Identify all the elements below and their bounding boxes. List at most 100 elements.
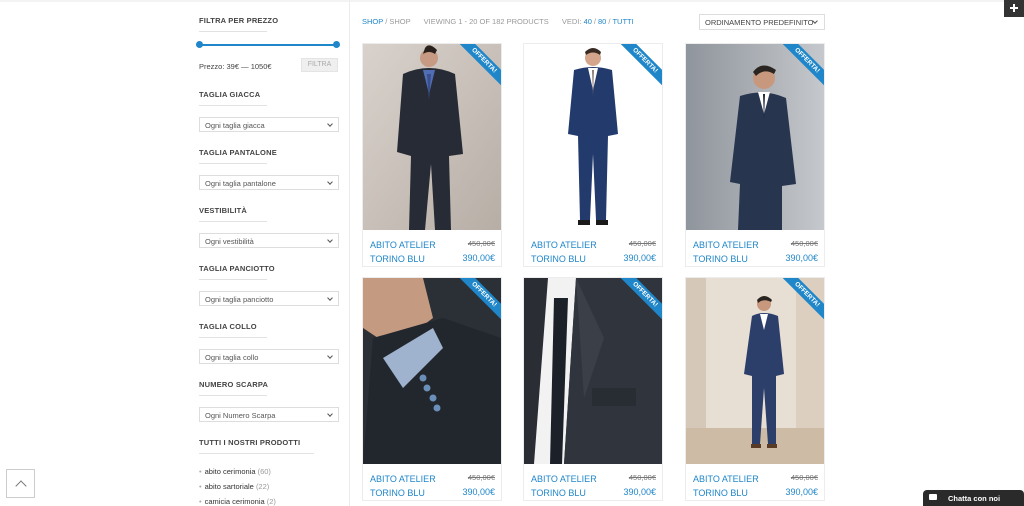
select-value: Ogni Numero Scarpa: [205, 411, 276, 420]
show-separator: /: [608, 17, 611, 26]
filter-button[interactable]: FILTRA: [301, 58, 338, 72]
category-count: (60): [257, 467, 271, 476]
product-card[interactable]: OFFERTA! ABITO ATELIER TORINO BLU 450,00…: [362, 277, 502, 501]
category-count: (2): [266, 497, 276, 506]
taglia-collo-select[interactable]: Ogni taglia collo: [199, 349, 339, 364]
product-name[interactable]: ABITO ATELIER TORINO BLU: [370, 238, 450, 266]
plus-button[interactable]: [1004, 0, 1024, 17]
section-rule: [199, 163, 267, 164]
section-rule: [199, 337, 267, 338]
breadcrumb-current: SHOP: [389, 17, 411, 26]
chevron-up-icon: [15, 480, 27, 492]
old-price: 450,00€: [628, 473, 656, 482]
old-price: 450,00€: [467, 239, 495, 248]
show-label: VEDI:: [561, 17, 582, 26]
chevron-down-icon: [327, 411, 333, 417]
old-price: 450,00€: [628, 239, 656, 248]
breadcrumb-separator: /: [385, 17, 388, 26]
product-image[interactable]: [524, 278, 662, 464]
section-rule: [199, 31, 267, 32]
bullet-icon: •: [199, 467, 202, 476]
section-rule: [199, 279, 267, 280]
sort-value: ORDINAMENTO PREDEFINITO: [705, 18, 814, 27]
chat-button[interactable]: Chatta con noi: [923, 490, 1024, 506]
section-rule: [199, 221, 267, 222]
product-price: 390,00€: [785, 487, 818, 497]
categories-title: TUTTI I NOSTRI PRODOTTI: [199, 438, 301, 447]
sidebar-divider: [349, 0, 350, 506]
filter-title-taglia-pantalone: TAGLIA PANTALONE: [199, 148, 277, 157]
product-card[interactable]: OFFERTA! ABITO ATELIER TORINO BLU 450,00…: [523, 43, 663, 267]
top-border: [0, 0, 1024, 2]
chevron-down-icon: [327, 121, 333, 127]
product-name[interactable]: ABITO ATELIER TORINO BLU: [370, 472, 450, 500]
numero-scarpa-select[interactable]: Ogni Numero Scarpa: [199, 407, 339, 422]
old-price: 450,00€: [790, 239, 818, 248]
product-price: 390,00€: [623, 253, 656, 263]
category-label: camicia cerimonia: [204, 497, 265, 506]
chevron-down-icon: [327, 179, 333, 185]
chevron-down-icon: [327, 295, 333, 301]
taglia-giacca-select[interactable]: Ogni taglia giacca: [199, 117, 339, 132]
product-name[interactable]: ABITO ATELIER TORINO BLU: [531, 472, 611, 500]
taglia-panciotto-select[interactable]: Ogni taglia panciotto: [199, 291, 339, 306]
chat-label: Chatta con noi: [948, 494, 1001, 503]
breadcrumb: SHOP / SHOP VIEWING 1 - 20 OF 182 PRODUCTS…: [362, 17, 634, 26]
viewing-count: VIEWING 1 - 20 OF 182 PRODUCTS: [423, 17, 549, 26]
filter-title-taglia-panciotto: TAGLIA PANCIOTTO: [199, 264, 275, 273]
product-image[interactable]: [524, 44, 662, 230]
select-value: Ogni taglia pantalone: [205, 179, 276, 188]
chevron-down-icon: [327, 237, 333, 243]
price-slider-min-handle[interactable]: [196, 41, 203, 48]
product-image[interactable]: [363, 44, 501, 230]
sidebar: FILTRA PER PREZZO Prezzo: 39€ — 1050€ FI…: [196, 0, 341, 506]
filter-title-taglia-collo: TAGLIA COLLO: [199, 322, 257, 331]
select-value: Ogni taglia collo: [205, 353, 259, 362]
price-slider-track[interactable]: [199, 44, 339, 46]
product-price: 390,00€: [785, 253, 818, 263]
product-name[interactable]: ABITO ATELIER TORINO BLU TONO: [693, 472, 773, 500]
section-rule: [199, 453, 314, 454]
product-card[interactable]: OFFERTA! ABITO ATELIER TORINO BLU TONO 4…: [685, 277, 825, 501]
taglia-pantalone-select[interactable]: Ogni taglia pantalone: [199, 175, 339, 190]
product-name[interactable]: ABITO ATELIER TORINO BLU: [531, 238, 611, 266]
product-card[interactable]: OFFERTA! ABITO ATELIER TORINO BLU 450,00…: [685, 43, 825, 267]
chevron-down-icon: [327, 353, 333, 359]
product-card[interactable]: OFFERTA! ABITO ATELIER TORINO BLU 450,00…: [362, 43, 502, 267]
category-label: abito sartoriale: [204, 482, 254, 491]
product-image[interactable]: [686, 44, 824, 230]
list-item[interactable]: • abito cerimonia (60): [199, 466, 276, 481]
filter-title-numero-scarpa: NUMERO SCARPA: [199, 380, 269, 389]
filter-title-vestibilita: VESTIBILITÀ: [199, 206, 248, 215]
product-card[interactable]: OFFERTA! ABITO ATELIER TORINO BLU 450,00…: [523, 277, 663, 501]
price-slider-max-handle[interactable]: [333, 41, 340, 48]
section-rule: [199, 395, 267, 396]
list-item[interactable]: • abito sartoriale (22): [199, 481, 276, 496]
select-value: Ogni vestibilità: [205, 237, 254, 246]
select-value: Ogni taglia giacca: [205, 121, 265, 130]
bullet-icon: •: [199, 497, 202, 506]
sort-select[interactable]: ORDINAMENTO PREDEFINITO: [699, 14, 825, 30]
filter-title-taglia-giacca: TAGLIA GIACCA: [199, 90, 261, 99]
product-price: 390,00€: [462, 487, 495, 497]
category-list: • abito cerimonia (60) • abito sartoriale …: [199, 466, 276, 506]
product-name[interactable]: ABITO ATELIER TORINO BLU: [693, 238, 773, 266]
category-label: abito cerimonia: [204, 467, 256, 476]
product-image[interactable]: [363, 278, 501, 464]
breadcrumb-shop-link[interactable]: SHOP: [362, 17, 383, 26]
back-to-top-button[interactable]: [6, 469, 35, 498]
price-range-text: Prezzo: 39€ — 1050€: [199, 62, 272, 71]
section-rule: [199, 105, 267, 106]
price-filter-title: FILTRA PER PREZZO: [199, 16, 279, 25]
product-image[interactable]: [686, 278, 824, 464]
bullet-icon: •: [199, 482, 202, 491]
category-count: (22): [255, 482, 270, 491]
vestibilita-select[interactable]: Ogni vestibilità: [199, 233, 339, 248]
show-80-link[interactable]: 80: [598, 17, 606, 26]
old-price: 450,00€: [467, 473, 495, 482]
show-all-link[interactable]: TUTTI: [612, 17, 633, 26]
show-40-link[interactable]: 40: [584, 17, 592, 26]
list-item[interactable]: • camicia cerimonia (2): [199, 496, 276, 506]
product-price: 390,00€: [462, 253, 495, 263]
old-price: 450,00€: [790, 473, 818, 482]
